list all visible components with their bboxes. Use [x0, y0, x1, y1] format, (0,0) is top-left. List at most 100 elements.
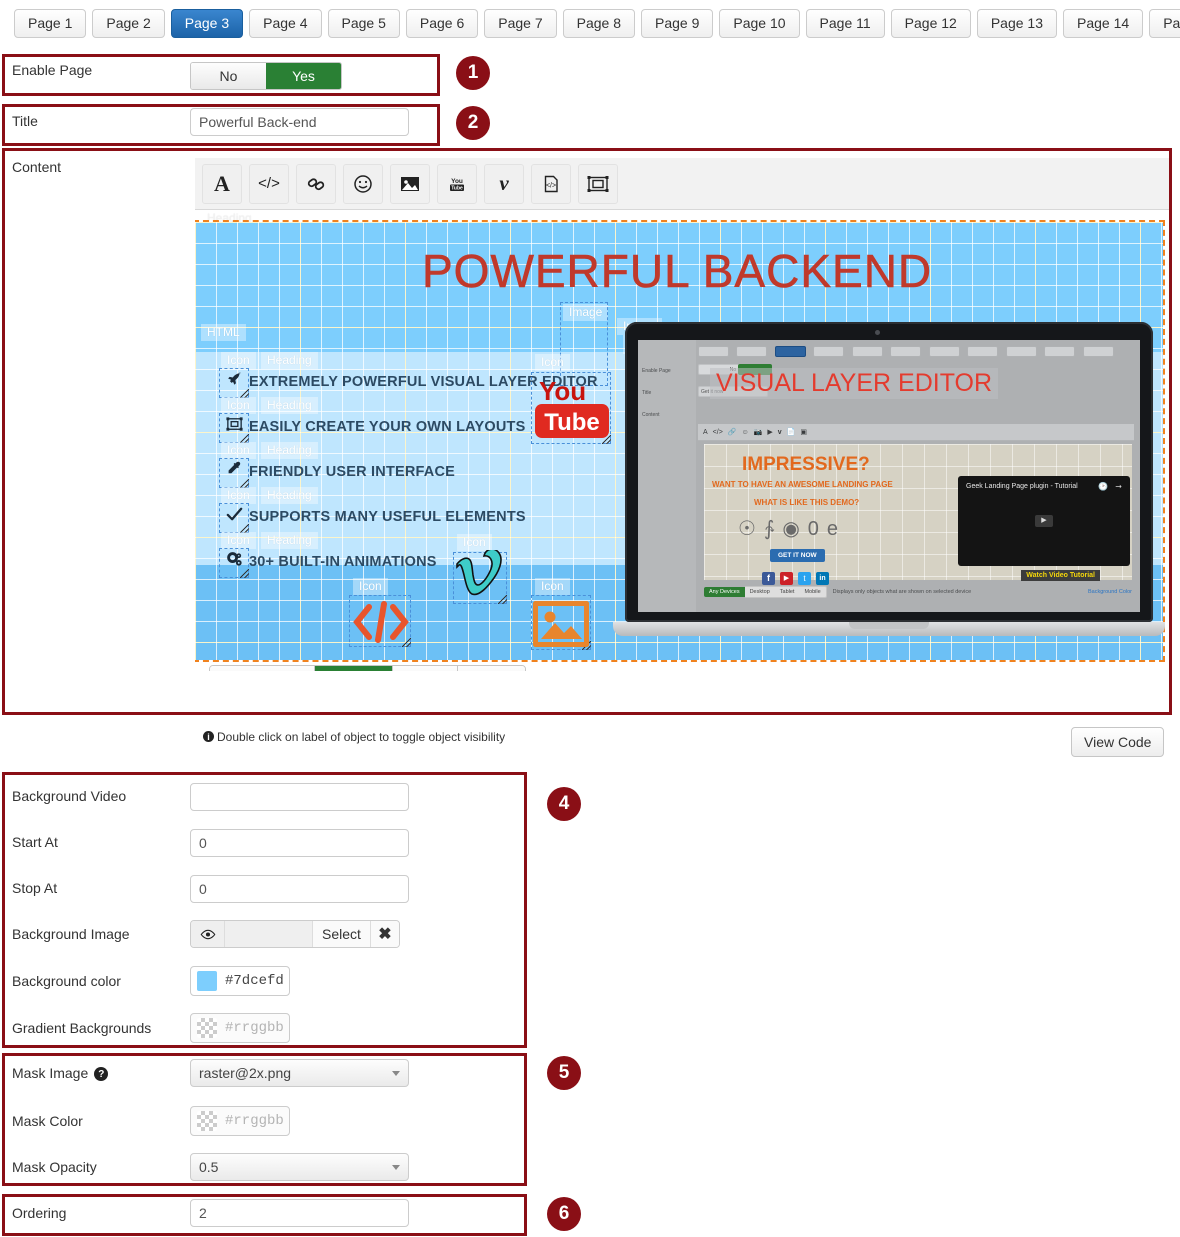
help-icon[interactable]: ? — [94, 1067, 109, 1082]
image-object-icon[interactable] — [532, 600, 590, 652]
page-tab-8[interactable]: Page 8 — [562, 9, 635, 38]
mask-image-value: raster@2x.png — [199, 1065, 292, 1081]
enable-page-no[interactable]: No — [191, 63, 266, 89]
enable-page-row: Enable Page — [12, 62, 92, 78]
code-object-icon[interactable] — [351, 597, 411, 652]
svg-text:Tube: Tube — [544, 409, 600, 436]
enable-page-toggle[interactable]: No Yes — [190, 62, 342, 90]
mask-opacity-select[interactable]: 0.5 — [190, 1153, 409, 1181]
object-label-heading-2[interactable]: Heading — [261, 397, 318, 414]
object-label-icon-5[interactable]: Icon — [221, 532, 256, 549]
device-any-devices[interactable]: Any Devices — [210, 666, 315, 671]
editor-canvas[interactable]: Heading POWERFUL BACKEND Image HTML Icon… — [195, 210, 1169, 671]
object-label-icon-vimeo[interactable]: Icon — [457, 534, 492, 551]
vimeo-logo[interactable] — [453, 548, 505, 609]
youtube-icon[interactable]: You Tube — [437, 163, 477, 204]
eyedropper-icon — [219, 460, 249, 484]
feature-row-2[interactable]: EASILY CREATE YOUR OWN LAYOUTS — [219, 415, 525, 439]
view-code-button[interactable]: View Code — [1071, 727, 1165, 757]
page-tab-4[interactable]: Page 4 — [249, 9, 322, 38]
object-label-heading-1[interactable]: Heading — [261, 352, 318, 369]
inner-canvas: IMPRESSIVE? WANT TO HAVE AN AWESOME LAND… — [704, 444, 1132, 585]
page-tab-11[interactable]: Page 11 — [805, 9, 885, 38]
page-tab-1[interactable]: Page 1 — [14, 9, 87, 38]
mask-image-select[interactable]: raster@2x.png — [190, 1059, 409, 1087]
close-icon[interactable]: ✖ — [370, 921, 399, 947]
image-icon[interactable] — [390, 163, 430, 204]
youtube-logo[interactable]: You Tube — [535, 374, 609, 447]
smiley-icon[interactable] — [343, 163, 383, 204]
title-input[interactable]: Powerful Back-end — [190, 108, 409, 136]
object-label-icon-2[interactable]: Icon — [221, 397, 256, 414]
device-group[interactable]: Any Devices Desktop Tablet Mobile — [209, 665, 526, 671]
badge-6: 6 — [547, 1197, 581, 1231]
page-tab-9[interactable]: Page 9 — [641, 9, 714, 38]
feature-row-5[interactable]: 30+ BUILT-IN ANIMATIONS — [219, 550, 437, 574]
background-color-label: Background color — [12, 973, 121, 989]
link-icon[interactable] — [296, 163, 336, 204]
page-tab-6[interactable]: Page 6 — [405, 9, 479, 38]
code-icon[interactable]: </> — [249, 163, 289, 204]
page-tab-10[interactable]: Page 10 — [719, 9, 800, 38]
page-tab-3[interactable]: Page 3 — [170, 9, 244, 38]
background-image-select-button[interactable]: Select — [313, 921, 371, 947]
gradient-color-swatch[interactable] — [197, 1018, 217, 1038]
page-tab-13[interactable]: Page 13 — [976, 9, 1058, 38]
laptop-mockup[interactable]: Enable Page Title Content No Get it now … — [613, 322, 1165, 660]
gradient-backgrounds-input[interactable]: #rrggbb — [190, 1013, 290, 1043]
feature-row-4[interactable]: SUPPORTS MANY USEFUL ELEMENTS — [219, 505, 526, 529]
mask-color-swatch[interactable] — [197, 1111, 217, 1131]
badge-1: 1 — [456, 56, 490, 90]
background-color-input[interactable]: #7dcefd — [190, 966, 290, 996]
mask-color-placeholder: #rrggbb — [225, 1113, 284, 1129]
html-file-icon[interactable]: </> — [531, 163, 571, 204]
eye-icon[interactable] — [191, 921, 225, 947]
inner-bg-color-link: Background Color — [1087, 588, 1132, 595]
start-at-input[interactable]: 0 — [190, 829, 409, 857]
object-label-icon-1[interactable]: Icon — [221, 352, 256, 369]
page-tab-7[interactable]: Page 7 — [484, 9, 557, 38]
feature-row-3[interactable]: FRIENDLY USER INTERFACE — [219, 460, 455, 484]
text-icon[interactable]: A — [202, 163, 242, 204]
object-label-heading-5[interactable]: Heading — [261, 532, 318, 549]
page-tab-5[interactable]: Page 5 — [327, 9, 400, 38]
feature-text-5: 30+ BUILT-IN ANIMATIONS — [249, 554, 437, 570]
page-tab-15[interactable]: Page 15 — [1149, 9, 1180, 38]
svg-text:</>: </> — [546, 182, 556, 189]
check-icon — [219, 505, 249, 529]
device-mobile[interactable]: Mobile — [457, 666, 525, 671]
page-tab-14[interactable]: Page 14 — [1063, 9, 1144, 38]
device-desktop[interactable]: Desktop — [314, 666, 394, 671]
background-image-picker[interactable]: Select ✖ — [190, 920, 400, 948]
object-label-html[interactable]: HTML — [201, 324, 246, 341]
page-tab-12[interactable]: Page 12 — [890, 9, 971, 38]
background-image-label: Background Image — [12, 926, 130, 942]
background-image-value[interactable] — [225, 921, 313, 947]
feature-text-4: SUPPORTS MANY USEFUL ELEMENTS — [249, 509, 526, 525]
background-color-swatch[interactable] — [197, 971, 217, 991]
vimeo-icon[interactable]: v — [484, 163, 524, 204]
inner-device-any: Any Devices — [704, 586, 745, 597]
object-label-icon-3[interactable]: Icon — [221, 442, 256, 459]
enable-page-yes[interactable]: Yes — [266, 63, 341, 89]
object-label-heading-3[interactable]: Heading — [261, 442, 318, 459]
inner-video-title: Geek Landing Page plugin - Tutorial — [966, 483, 1078, 490]
object-label-icon-4[interactable]: Icon — [221, 487, 256, 504]
object-group-icon[interactable] — [578, 163, 618, 204]
feature-text-2: EASILY CREATE YOUR OWN LAYOUTS — [249, 419, 526, 435]
stop-at-input[interactable]: 0 — [190, 875, 409, 903]
object-label-icon-code[interactable]: Icon — [353, 578, 388, 595]
inner-label-content: Content — [642, 412, 660, 418]
rocket-icon — [219, 370, 249, 394]
chevron-down-icon-opacity — [392, 1164, 400, 1170]
object-label-icon-image[interactable]: Icon — [535, 578, 570, 595]
page-tab-2[interactable]: Page 2 — [92, 9, 165, 38]
ordering-input[interactable]: 2 — [190, 1199, 409, 1227]
device-tablet[interactable]: Tablet — [393, 666, 458, 671]
object-label-heading-4[interactable]: Heading — [261, 487, 318, 504]
background-section — [2, 772, 527, 1048]
mask-color-input[interactable]: #rrggbb — [190, 1106, 290, 1136]
object-label-icon-youtube[interactable]: Icon — [535, 354, 570, 371]
background-video-input[interactable] — [190, 783, 409, 811]
canvas-headline[interactable]: POWERFUL BACKEND — [422, 244, 932, 298]
